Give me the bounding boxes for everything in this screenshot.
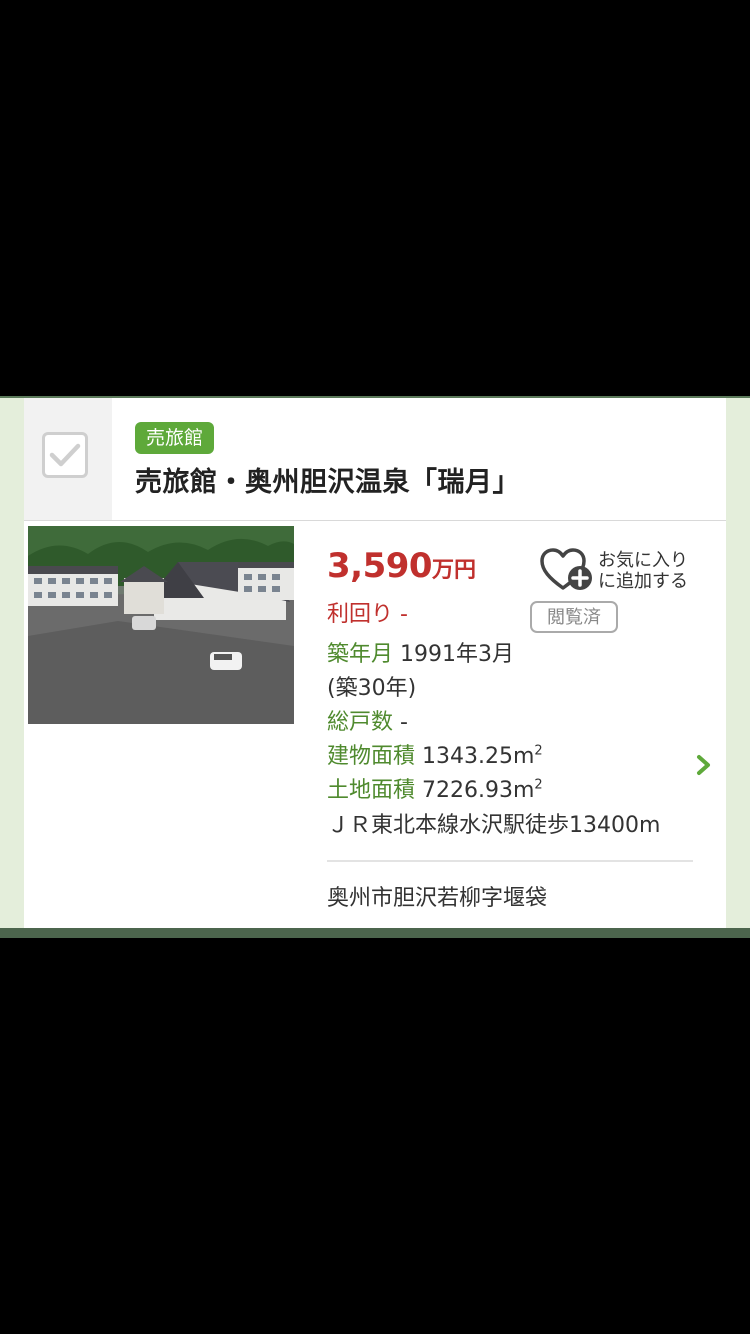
divider	[24, 520, 726, 521]
divider-line	[327, 860, 693, 862]
listing-band: 売旅館 売旅館・奥州胆沢温泉「瑞月」 3,590万円 利回り - お気に入り に…	[0, 396, 750, 937]
add-favorite-button[interactable]: お気に入り に追加する	[539, 548, 699, 598]
favorite-label: お気に入り に追加する	[598, 550, 688, 592]
built-age: (築30年)	[327, 676, 417, 701]
band-bottom-edge	[0, 928, 750, 938]
building-area-number: 1343.25m	[422, 744, 535, 769]
land-area-row: 土地面積 7226.93m2	[327, 772, 543, 804]
address: 奥州市胆沢若柳字堰袋	[327, 886, 548, 911]
land-area-label: 土地面積	[327, 778, 416, 803]
land-area-value: 7226.93m2	[422, 778, 543, 803]
access-info: ＪＲ東北本線水沢駅徒歩13400m	[327, 813, 661, 838]
building-area-superscript: 2	[534, 743, 543, 759]
listing-title[interactable]: 売旅館・奥州胆沢温泉「瑞月」	[135, 460, 520, 499]
price: 3,590万円	[327, 546, 476, 586]
units-row: 総戸数 -	[327, 704, 408, 736]
land-area-number: 7226.93m	[422, 778, 535, 803]
property-photo-image	[28, 526, 294, 724]
select-cell	[24, 398, 112, 520]
price-number: 3,590	[327, 546, 433, 586]
heart-plus-icon	[540, 548, 592, 590]
units-label: 総戸数	[327, 710, 394, 735]
built-label: 築年月	[327, 642, 394, 667]
building-area-label: 建物面積	[327, 744, 416, 769]
checkbox-icon	[49, 443, 81, 467]
land-area-superscript: 2	[534, 777, 543, 793]
yield-value: -	[400, 602, 408, 627]
built-value: 1991年3月	[400, 642, 515, 667]
chevron-right-icon[interactable]	[696, 754, 712, 776]
building-area-value: 1343.25m2	[422, 744, 543, 769]
favorite-label-line1: お気に入り	[598, 550, 688, 571]
units-value: -	[400, 710, 408, 735]
favorite-label-line2: に追加する	[598, 571, 688, 592]
yield-row: 利回り -	[327, 596, 408, 628]
category-tag: 売旅館	[135, 422, 215, 454]
listing-card[interactable]: 売旅館 売旅館・奥州胆沢温泉「瑞月」 3,590万円 利回り - お気に入り に…	[24, 398, 726, 930]
select-checkbox[interactable]	[42, 432, 88, 478]
property-photo[interactable]	[28, 526, 294, 724]
viewed-badge: 閲覧済	[530, 601, 618, 633]
yield-label: 利回り	[327, 602, 394, 627]
built-row: 築年月 1991年3月	[327, 636, 514, 668]
price-unit: 万円	[432, 558, 477, 583]
building-area-row: 建物面積 1343.25m2	[327, 738, 543, 770]
